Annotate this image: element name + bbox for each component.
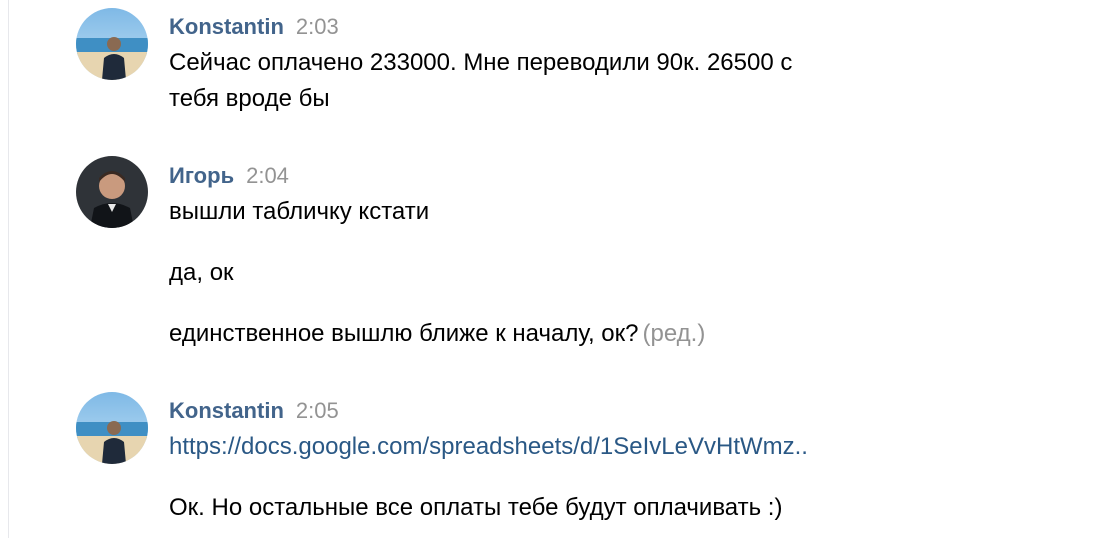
message-text: да, ок — [169, 259, 234, 286]
avatar-beach-icon[interactable] — [76, 392, 148, 464]
avatar-beach-icon[interactable] — [76, 8, 148, 80]
author-name[interactable]: Konstantin 2:05 — [169, 398, 339, 424]
message-link[interactable]: https://docs.google.com/spreadsheets/d/1… — [169, 429, 808, 464]
chat-history: Konstantin 2:03 Сейчас оплачено 233000. М… — [0, 0, 1100, 538]
message-text: Сейчас оплачено 233000. Мне переводили 9… — [169, 49, 793, 76]
message-text: Ок. Но остальные все оплаты тебе будут о… — [169, 494, 783, 521]
author-name[interactable]: Игорь 2:04 — [169, 163, 289, 189]
avatar-portrait-icon[interactable] — [76, 156, 148, 228]
edited-label[interactable]: (ред.) — [642, 320, 705, 347]
left-panel-border — [0, 0, 9, 538]
author-name[interactable]: Konstantin 2:03 — [169, 14, 339, 40]
message-text-content: единственное вышлю ближе к началу, ок? — [169, 320, 639, 347]
message-time: 2:05 — [295, 398, 339, 423]
google-docs-link[interactable]: https://docs.google.com/spreadsheets/d/1… — [169, 433, 808, 460]
message-time: 2:04 — [246, 163, 289, 188]
message-time: 2:03 — [295, 14, 339, 39]
message-text: вышли табличку кстати — [169, 198, 430, 225]
message-text: тебя вроде бы — [169, 85, 330, 112]
message-text: единственное вышлю ближе к началу, ок? (р… — [169, 316, 705, 351]
